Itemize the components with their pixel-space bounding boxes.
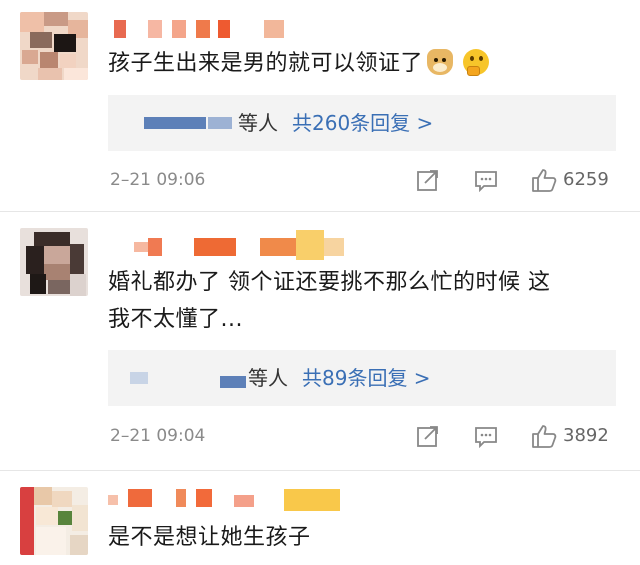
doge-icon <box>427 49 454 75</box>
comment-icon[interactable] <box>474 168 498 192</box>
view-replies-link[interactable]: 共260条回复 > <box>292 111 433 135</box>
like-count: 6259 <box>563 169 609 190</box>
avatar[interactable] <box>20 487 88 555</box>
view-replies-link[interactable]: 共89条回复 > <box>302 366 431 390</box>
thumbs-up-icon[interactable] <box>531 168 557 192</box>
comment-item: 是不是想让她生孩子 <box>0 471 640 565</box>
reply-summary[interactable]: 等人 共89条回复 > <box>248 350 431 406</box>
comment-text: 婚礼都办了 领个证还要挑不那么忙的时候 这 我不太懂了... <box>108 264 623 338</box>
reply-prefix: 等人 <box>248 366 288 390</box>
comment-body: 是不是想让她生孩子 <box>108 525 311 550</box>
comment-item: 婚礼都办了 领个证还要挑不那么忙的时候 这 我不太懂了... 等人 共89条回复 … <box>0 212 640 470</box>
reply-preview[interactable]: 等人 共89条回复 > <box>108 350 616 406</box>
timestamp: 2–21 09:06 <box>110 170 206 190</box>
comment-text: 孩子生出来是男的就可以领证了 <box>108 45 623 82</box>
username-censored[interactable] <box>108 20 288 38</box>
avatar[interactable] <box>20 228 88 296</box>
thinking-face-icon <box>463 49 490 76</box>
comment-footer: 2–21 09:06 6259 <box>108 166 618 194</box>
reply-preview[interactable]: 等人 共260条回复 > <box>108 95 616 151</box>
username-censored[interactable] <box>108 230 348 260</box>
reply-prefix: 等人 <box>238 111 278 135</box>
reply-summary[interactable]: 等人 共260条回复 > <box>238 95 433 151</box>
timestamp: 2–21 09:04 <box>110 426 206 446</box>
share-icon[interactable] <box>416 424 440 448</box>
comment-text: 是不是想让她生孩子 <box>108 519 623 556</box>
comment-item: 孩子生出来是男的就可以领证了 等人 共260条回复 > 2–21 09:06 62… <box>0 0 640 212</box>
like-count: 3892 <box>563 425 609 446</box>
comment-icon[interactable] <box>474 424 498 448</box>
comment-body-line: 我不太懂了... <box>108 307 243 332</box>
thumbs-up-icon[interactable] <box>531 424 557 448</box>
comment-body: 孩子生出来是男的就可以领证了 <box>108 51 424 76</box>
comment-body-line: 婚礼都办了 领个证还要挑不那么忙的时候 这 <box>108 270 551 295</box>
username-censored[interactable] <box>108 489 348 511</box>
avatar[interactable] <box>20 12 88 80</box>
share-icon[interactable] <box>416 168 440 192</box>
comment-footer: 2–21 09:04 3892 <box>108 422 618 450</box>
